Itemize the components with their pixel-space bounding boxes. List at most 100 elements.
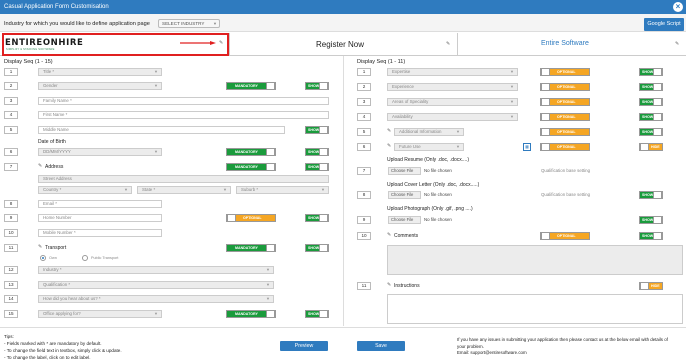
- expertise-show-toggle[interactable]: SHOW: [639, 68, 663, 76]
- seq-number[interactable]: 6: [4, 148, 18, 156]
- public-transport-radio[interactable]: [82, 255, 88, 261]
- seq-number[interactable]: 11: [4, 244, 18, 252]
- availability-optional-toggle[interactable]: OPTIONAL: [540, 113, 590, 121]
- seq-number[interactable]: 1: [357, 68, 371, 76]
- first-name-input[interactable]: First Name *: [38, 111, 329, 119]
- seq-number[interactable]: 4: [357, 113, 371, 121]
- street-address-input[interactable]: Street Address: [38, 175, 329, 183]
- additional-show-toggle[interactable]: SHOW: [639, 128, 663, 136]
- additional-optional-toggle[interactable]: OPTIONAL: [540, 128, 590, 136]
- seq-number[interactable]: 13: [4, 281, 18, 289]
- comments-optional-toggle[interactable]: OPTIONAL: [540, 232, 590, 240]
- experience-optional-toggle[interactable]: OPTIONAL: [540, 83, 590, 91]
- comments-textarea[interactable]: [387, 245, 683, 275]
- resume-choose-file-button[interactable]: Choose File: [388, 167, 421, 175]
- edit-comments-icon[interactable]: ✎: [387, 232, 391, 238]
- office-select[interactable]: Office applying for? ▼: [38, 310, 162, 318]
- own-radio[interactable]: [40, 255, 46, 261]
- seq-number[interactable]: 1: [4, 68, 18, 76]
- seq-number[interactable]: 10: [4, 229, 18, 237]
- mobile-number-input[interactable]: Mobile Number *: [38, 229, 162, 237]
- save-button[interactable]: Save: [357, 341, 405, 351]
- preview-button[interactable]: Preview: [280, 341, 328, 351]
- middle-name-input[interactable]: Middle Name: [38, 126, 285, 134]
- seq-number[interactable]: 7: [357, 167, 371, 175]
- transport-mandatory-toggle[interactable]: MANDATORY: [226, 244, 276, 252]
- instructions-hide-toggle[interactable]: HIDE: [639, 282, 663, 290]
- country-select[interactable]: Country * ▼: [38, 186, 132, 194]
- seq-number[interactable]: 9: [4, 214, 18, 222]
- hear-about-select[interactable]: How did you hear about us? * ▼: [38, 295, 274, 303]
- suburb-select[interactable]: Suburb * ▼: [236, 186, 329, 194]
- support-email[interactable]: Email: support@entiresoftware.com: [457, 350, 682, 357]
- additional-info-select[interactable]: Additional Information ▼: [394, 128, 464, 136]
- future-use-hide-toggle[interactable]: HIDE: [639, 143, 663, 151]
- gender-show-toggle[interactable]: SHOW: [305, 82, 329, 90]
- dob-show-toggle[interactable]: SHOW: [305, 148, 329, 156]
- google-script-button[interactable]: Google Script: [644, 18, 684, 31]
- edit-company-icon[interactable]: ✎: [675, 41, 679, 47]
- photo-choose-file-button[interactable]: Choose File: [388, 216, 421, 224]
- family-name-input[interactable]: Family Name *: [38, 97, 329, 105]
- seq-number[interactable]: 2: [4, 82, 18, 90]
- home-number-optional-toggle[interactable]: OPTIONAL: [226, 214, 276, 222]
- seq-number[interactable]: 3: [4, 97, 18, 105]
- seq-number[interactable]: 3: [357, 98, 371, 106]
- seq-number[interactable]: 6: [357, 143, 371, 151]
- seq-number[interactable]: 8: [4, 200, 18, 208]
- seq-number[interactable]: 8: [357, 191, 371, 199]
- experience-select[interactable]: Experience ▼: [387, 83, 518, 91]
- areas-optional-toggle[interactable]: OPTIONAL: [540, 98, 590, 106]
- expertise-optional-toggle[interactable]: OPTIONAL: [540, 68, 590, 76]
- availability-show-toggle[interactable]: SHOW: [639, 113, 663, 121]
- seq-number[interactable]: 9: [357, 216, 371, 224]
- comments-show-toggle[interactable]: SHOW: [639, 232, 663, 240]
- edit-future-use-icon[interactable]: ✎: [387, 143, 391, 149]
- close-icon[interactable]: ×: [673, 2, 683, 12]
- address-show-toggle[interactable]: SHOW: [305, 163, 329, 171]
- future-use-select[interactable]: Future Use ▼: [394, 143, 464, 151]
- expertise-select[interactable]: Expertise ▼: [387, 68, 518, 76]
- state-select[interactable]: State * ▼: [137, 186, 231, 194]
- transport-show-toggle[interactable]: SHOW: [305, 244, 329, 252]
- address-mandatory-toggle[interactable]: MANDATORY: [226, 163, 276, 171]
- office-show-toggle[interactable]: SHOW: [305, 310, 329, 318]
- areas-show-toggle[interactable]: SHOW: [639, 98, 663, 106]
- email-input[interactable]: Email *: [38, 200, 162, 208]
- edit-additional-icon[interactable]: ✎: [387, 128, 391, 134]
- gender-mandatory-toggle[interactable]: MANDATORY: [226, 82, 276, 90]
- dob-mandatory-toggle[interactable]: MANDATORY: [226, 148, 276, 156]
- office-mandatory-toggle[interactable]: MANDATORY: [226, 310, 276, 318]
- seq-number[interactable]: 5: [357, 128, 371, 136]
- seq-number[interactable]: 11: [357, 282, 371, 290]
- future-use-optional-toggle[interactable]: OPTIONAL: [540, 143, 590, 151]
- middle-name-show-toggle[interactable]: SHOW: [305, 126, 329, 134]
- edit-register-icon[interactable]: ✎: [446, 41, 450, 47]
- edit-logo-icon[interactable]: ✎: [219, 40, 223, 46]
- home-number-input[interactable]: Home Number: [38, 214, 162, 222]
- seq-number[interactable]: 2: [357, 83, 371, 91]
- qualification-select[interactable]: Qualification * ▼: [38, 281, 274, 289]
- photo-show-toggle[interactable]: SHOW: [639, 216, 663, 224]
- cover-choose-file-button[interactable]: Choose File: [388, 191, 421, 199]
- dob-input[interactable]: DD/MM/YYYY ▼: [38, 148, 162, 156]
- title-select[interactable]: Title * ▼: [38, 68, 162, 76]
- industry-field-select[interactable]: Industry * ▼: [38, 266, 274, 274]
- areas-select[interactable]: Areas of Speciality ▼: [387, 98, 518, 106]
- seq-number[interactable]: 5: [4, 126, 18, 134]
- cover-show-toggle[interactable]: SHOW: [639, 191, 663, 199]
- industry-select[interactable]: SELECT INDUSTRY ▼: [158, 19, 220, 28]
- availability-select[interactable]: Availability ▼: [387, 113, 518, 121]
- gender-select[interactable]: Gender ▼: [38, 82, 162, 90]
- calendar-icon[interactable]: ▦: [523, 143, 531, 151]
- edit-instructions-icon[interactable]: ✎: [387, 282, 391, 288]
- seq-number[interactable]: 15: [4, 310, 18, 318]
- home-number-show-toggle[interactable]: SHOW: [305, 214, 329, 222]
- seq-number[interactable]: 4: [4, 111, 18, 119]
- instructions-textarea[interactable]: [387, 294, 683, 324]
- experience-show-toggle[interactable]: SHOW: [639, 83, 663, 91]
- seq-number[interactable]: 14: [4, 295, 18, 303]
- edit-address-icon[interactable]: ✎: [38, 163, 42, 169]
- seq-number[interactable]: 10: [357, 232, 371, 240]
- seq-number[interactable]: 12: [4, 266, 18, 274]
